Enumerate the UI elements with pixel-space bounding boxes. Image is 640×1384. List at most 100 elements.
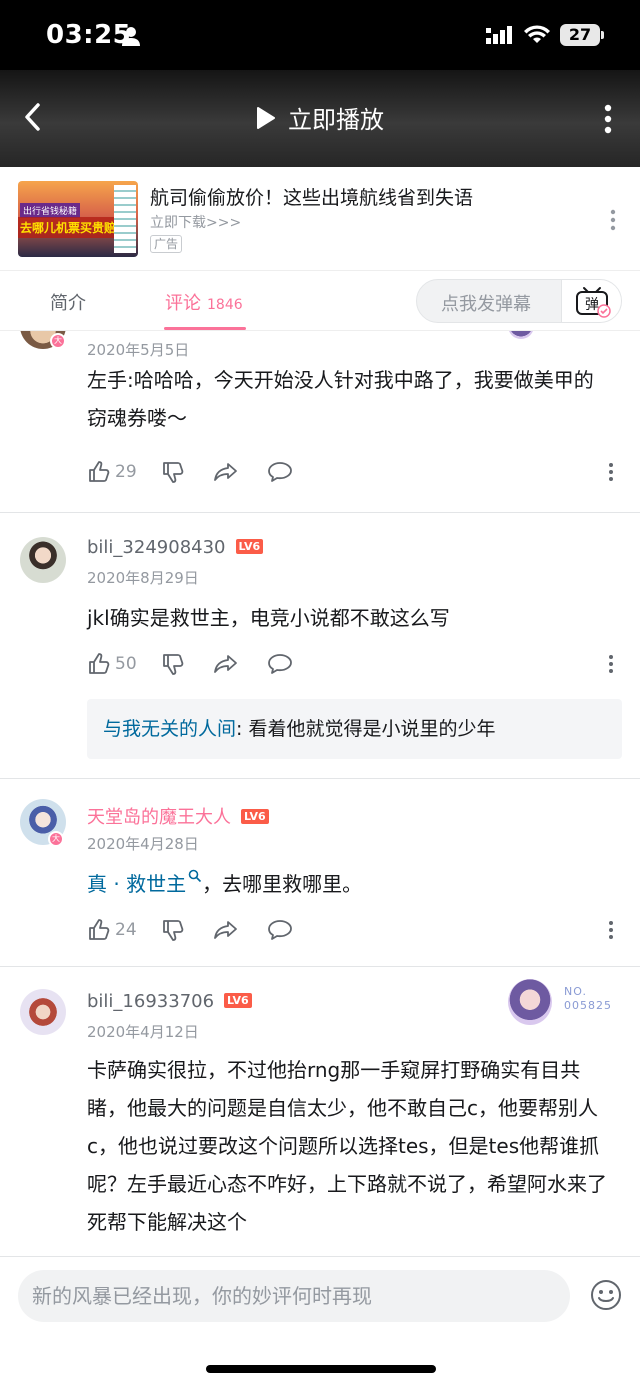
fan-number-label: NO. (564, 985, 587, 998)
reply-preview[interactable]: 与我无关的人间: 看着他就觉得是小说里的少年 (87, 699, 622, 759)
speech-bubble-icon (267, 920, 292, 940)
like-count: 50 (115, 654, 137, 674)
fan-badge-number: NO. 005825 (564, 985, 612, 1013)
dislike-button[interactable] (161, 918, 189, 942)
avatar[interactable] (20, 537, 66, 583)
thumbs-up-icon (89, 461, 110, 482)
signal-icon (486, 26, 512, 44)
active-tab-indicator (164, 327, 246, 330)
fan-badge: 018462 (508, 331, 600, 351)
dislike-button[interactable] (161, 460, 189, 484)
danmaku-icon-text: 弹 (585, 297, 599, 313)
play-now-label: 立即播放 (288, 106, 384, 134)
comment-date: 2020年5月5日 (87, 341, 190, 359)
speech-bubble-icon (267, 654, 292, 674)
person-icon (122, 27, 140, 46)
share-button[interactable] (213, 460, 243, 484)
share-button[interactable] (213, 652, 243, 676)
reply-username[interactable]: 与我无关的人间 (103, 718, 236, 740)
danmaku-tv-icon: 弹 (576, 287, 611, 318)
username[interactable]: 天堂岛的魔王大人 LV6 (87, 803, 269, 829)
reply-button[interactable] (267, 460, 297, 484)
reply-colon: : (236, 718, 249, 740)
video-top-bar: 立即播放 (0, 70, 640, 167)
thumbs-down-icon (162, 920, 183, 941)
search-link-text: 真 · 救世主 (87, 872, 187, 896)
search-link[interactable]: 真 · 救世主 (87, 869, 202, 896)
share-icon (213, 655, 237, 673)
fan-badge-avatar (508, 979, 552, 1025)
share-icon (213, 921, 237, 939)
status-time: 03:25 (46, 20, 132, 50)
like-button[interactable]: 50 (87, 652, 137, 676)
comment-actions: 24 (87, 915, 321, 945)
ad-banner[interactable]: 出行省钱秘籍 去哪儿机票买贵赔 航司偷偷放价！这些出境航线省到失语 立即下载>>… (0, 167, 640, 271)
emoji-icon[interactable] (590, 1279, 622, 1311)
danmaku-placeholder: 点我发弹幕 (441, 294, 531, 315)
username-text: 天堂岛的魔王大人 (87, 807, 231, 828)
thumbs-up-icon (89, 653, 110, 674)
comment-more-icon[interactable] (608, 462, 614, 482)
wifi-icon (524, 25, 550, 43)
vip-badge-icon: 大 (48, 831, 64, 847)
thumbs-up-icon (89, 919, 110, 940)
share-icon (213, 463, 237, 481)
like-count: 29 (115, 462, 137, 482)
username-text: bili_16933706 (87, 991, 215, 1012)
back-arrow-icon[interactable] (22, 102, 44, 132)
tab-comments-label: 评论 (165, 293, 201, 314)
comment-input[interactable]: 新的风暴已经出现，你的妙评何时再现 (18, 1270, 570, 1322)
ad-title: 航司偷偷放价！这些出境航线省到失语 (150, 187, 474, 209)
reply-text: 看着他就觉得是小说里的少年 (248, 718, 496, 740)
battery-indicator: 27 (560, 24, 604, 46)
comment-text: 真 · 救世主 ，去哪里救哪里。 (87, 865, 612, 903)
tab-comments[interactable]: 评论 1846 (165, 289, 243, 315)
play-now-button[interactable]: 立即播放 (256, 100, 384, 135)
ad-thumb-phone (114, 185, 136, 253)
comment-feed[interactable]: 大 2020年5月5日 018462 左手:哈哈哈，今天开始没人针对我中路了，我… (0, 331, 640, 1256)
comment-text-rest: ，去哪里救哪里。 (202, 872, 363, 896)
comment-date: 2020年4月28日 (87, 835, 199, 853)
comment-more-icon[interactable] (608, 920, 614, 940)
share-button[interactable] (213, 918, 243, 942)
like-button[interactable]: 29 (87, 460, 137, 484)
comment-actions: 29 (87, 457, 321, 487)
tab-intro[interactable]: 简介 (50, 289, 86, 315)
danmaku-input[interactable]: 点我发弹幕 弹 (416, 279, 622, 323)
ad-subtitle[interactable]: 立即下载>>> (150, 212, 241, 232)
avatar[interactable] (20, 989, 66, 1035)
ad-thumb-caption: 出行省钱秘籍 (20, 203, 81, 218)
comment-date: 2020年4月12日 (87, 1023, 199, 1041)
fan-badge: NO. 005825 (508, 979, 611, 1025)
ad-tag: 广告 (150, 235, 183, 253)
level-badge: LV6 (235, 539, 264, 554)
comment-composer: 新的风暴已经出现，你的妙评何时再现 (0, 1256, 640, 1384)
comment-text: 卡萨确实很拉，不过他抬rng那一手窥屏打野确实有目共睹，他最大的问题是自信太少，… (87, 1058, 607, 1234)
home-indicator (206, 1365, 436, 1373)
comment-more-icon[interactable] (608, 654, 614, 674)
comment-count: 1846 (207, 297, 243, 313)
like-button[interactable]: 24 (87, 918, 137, 942)
reply-button[interactable] (267, 918, 297, 942)
ad-more-icon[interactable] (610, 209, 616, 231)
username[interactable]: bili_16933706 LV6 (87, 991, 252, 1012)
danmaku-toggle-button[interactable]: 弹 (561, 280, 621, 322)
fan-number: 005825 (564, 999, 612, 1012)
vip-badge-icon: 大 (50, 333, 66, 349)
comment-item: 大 天堂岛的魔王大人 LV6 2020年4月28日 真 · 救世主 ，去哪里救哪里。… (0, 779, 640, 967)
username-text: bili_324908430 (87, 537, 226, 558)
username[interactable]: bili_324908430 LV6 (87, 537, 264, 558)
speech-bubble-icon (267, 462, 292, 482)
comment-text: 左手:哈哈哈，今天开始没人针对我中路了，我要做美甲的窃魂券喽～ (87, 368, 594, 430)
comment-item: bili_16933706 LV6 2020年4月12日 NO. 005825 卡萨… (0, 967, 640, 1256)
comment-actions: 50 (87, 649, 321, 679)
fan-number: 018462 (546, 331, 594, 335)
like-count: 24 (115, 920, 137, 940)
level-badge: LV6 (241, 809, 269, 824)
dislike-button[interactable] (161, 652, 189, 676)
search-icon (188, 869, 202, 883)
comment-text: jkl确实是救世主，电竞小说都不敢这么写 (87, 606, 450, 630)
more-vertical-icon[interactable] (604, 104, 612, 134)
reply-button[interactable] (267, 652, 297, 676)
thumbs-down-icon (162, 462, 183, 483)
